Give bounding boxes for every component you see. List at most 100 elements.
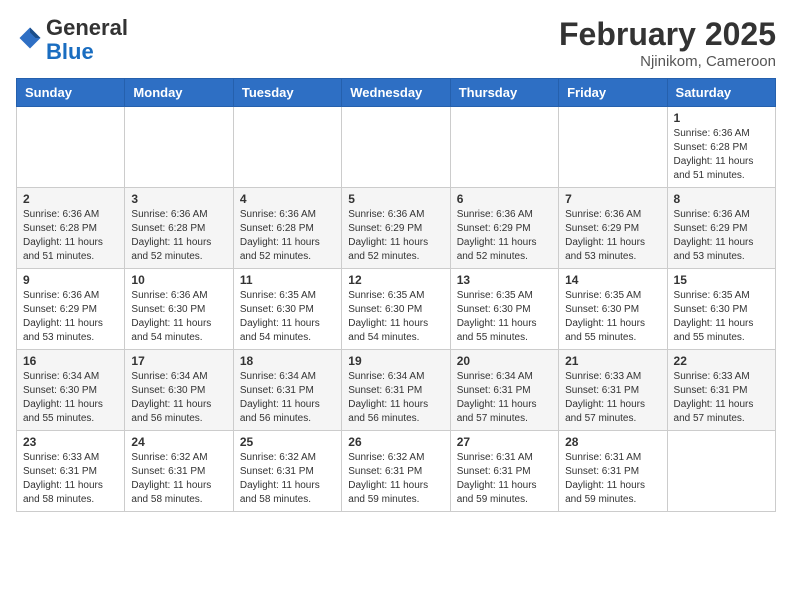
day-number: 8 — [674, 192, 769, 206]
calendar-cell: 19Sunrise: 6:34 AM Sunset: 6:31 PM Dayli… — [342, 350, 450, 431]
weekday-header: Thursday — [450, 79, 558, 107]
calendar-cell — [233, 107, 341, 188]
day-number: 19 — [348, 354, 443, 368]
weekday-header: Wednesday — [342, 79, 450, 107]
day-info: Sunrise: 6:34 AM Sunset: 6:30 PM Dayligh… — [23, 370, 118, 426]
calendar-cell: 7 Sunrise: 6:36 AM Sunset: 6:29 PM Daylig… — [559, 188, 667, 269]
calendar-cell: 26 Sunrise: 6:32 AM Sunset: 6:31 PM Dayli… — [342, 431, 450, 512]
day-number: 13 — [457, 273, 552, 287]
calendar-cell: 2 Sunrise: 6:36 AM Sunset: 6:28 PM Daylig… — [17, 188, 125, 269]
calendar-cell: 21 Sunrise: 6:33 AM Sunset: 6:31 PM Dayli… — [559, 350, 667, 431]
day-info: Sunrise: 6:36 AM Sunset: 6:29 PM Dayligh… — [348, 208, 443, 264]
calendar-week-row: 9 Sunrise: 6:36 AM Sunset: 6:29 PM Daylig… — [17, 269, 776, 350]
weekday-header: Tuesday — [233, 79, 341, 107]
day-info: Sunrise: 6:35 AM Sunset: 6:30 PM Dayligh… — [240, 289, 335, 345]
day-number: 24 — [131, 435, 226, 449]
day-number: 6 — [457, 192, 552, 206]
day-number: 3 — [131, 192, 226, 206]
calendar-header: SundayMondayTuesdayWednesdayThursdayFrid… — [17, 79, 776, 107]
day-number: 20 — [457, 354, 552, 368]
day-info: Sunrise: 6:35 AM Sunset: 6:30 PM Dayligh… — [348, 289, 443, 345]
calendar-cell: 10 Sunrise: 6:36 AM Sunset: 6:30 PM Dayli… — [125, 269, 233, 350]
day-info: Sunrise: 6:33 AM Sunset: 6:31 PM Dayligh… — [565, 370, 660, 426]
day-number: 21 — [565, 354, 660, 368]
day-info: Sunrise: 6:36 AM Sunset: 6:30 PM Dayligh… — [131, 289, 226, 345]
day-info: Sunrise: 6:32 AM Sunset: 6:31 PM Dayligh… — [240, 451, 335, 507]
calendar-cell — [667, 431, 775, 512]
calendar-cell: 13 Sunrise: 6:35 AM Sunset: 6:30 PM Dayli… — [450, 269, 558, 350]
calendar-cell: 3 Sunrise: 6:36 AM Sunset: 6:28 PM Daylig… — [125, 188, 233, 269]
day-info: Sunrise: 6:36 AM Sunset: 6:28 PM Dayligh… — [23, 208, 118, 264]
day-number: 18 — [240, 354, 335, 368]
day-info: Sunrise: 6:35 AM Sunset: 6:30 PM Dayligh… — [674, 289, 769, 345]
calendar-cell: 4Sunrise: 6:36 AM Sunset: 6:28 PM Daylig… — [233, 188, 341, 269]
calendar-cell: 24 Sunrise: 6:32 AM Sunset: 6:31 PM Dayli… — [125, 431, 233, 512]
calendar-cell: 8 Sunrise: 6:36 AM Sunset: 6:29 PM Daylig… — [667, 188, 775, 269]
day-number: 9 — [23, 273, 118, 287]
day-number: 27 — [457, 435, 552, 449]
location: Njinikom, Cameroon — [559, 53, 776, 70]
weekday-header: Saturday — [667, 79, 775, 107]
calendar-cell: 18 Sunrise: 6:34 AM Sunset: 6:31 PM Dayli… — [233, 350, 341, 431]
day-info: Sunrise: 6:35 AM Sunset: 6:30 PM Dayligh… — [565, 289, 660, 345]
calendar-cell: 28 Sunrise: 6:31 AM Sunset: 6:31 PM Dayli… — [559, 431, 667, 512]
title-block: February 2025 Njinikom, Cameroon — [559, 16, 776, 70]
day-info: Sunrise: 6:36 AM Sunset: 6:29 PM Dayligh… — [457, 208, 552, 264]
day-info: Sunrise: 6:33 AM Sunset: 6:31 PM Dayligh… — [674, 370, 769, 426]
calendar-cell — [125, 107, 233, 188]
calendar-week-row: 16Sunrise: 6:34 AM Sunset: 6:30 PM Dayli… — [17, 350, 776, 431]
month-year: February 2025 — [559, 16, 776, 53]
calendar-body: 1 Sunrise: 6:36 AM Sunset: 6:28 PM Daylig… — [17, 107, 776, 512]
day-number: 12 — [348, 273, 443, 287]
day-number: 28 — [565, 435, 660, 449]
calendar-cell: 22 Sunrise: 6:33 AM Sunset: 6:31 PM Dayli… — [667, 350, 775, 431]
calendar-cell — [342, 107, 450, 188]
calendar-week-row: 2 Sunrise: 6:36 AM Sunset: 6:28 PM Daylig… — [17, 188, 776, 269]
day-number: 4 — [240, 192, 335, 206]
calendar-week-row: 1Sunrise: 6:36 AM Sunset: 6:28 PM Daylig… — [17, 107, 776, 188]
calendar-cell: 14 Sunrise: 6:35 AM Sunset: 6:30 PM Dayli… — [559, 269, 667, 350]
logo: General Blue — [16, 16, 128, 64]
day-number: 10 — [131, 273, 226, 287]
day-number: 1 — [674, 111, 769, 125]
calendar-cell: 23 Sunrise: 6:33 AM Sunset: 6:31 PM Dayli… — [17, 431, 125, 512]
weekday-header: Sunday — [17, 79, 125, 107]
day-info: Sunrise: 6:35 AM Sunset: 6:30 PM Dayligh… — [457, 289, 552, 345]
logo-icon — [16, 24, 44, 52]
day-info: Sunrise: 6:33 AM Sunset: 6:31 PM Dayligh… — [23, 451, 118, 507]
weekday-header: Monday — [125, 79, 233, 107]
calendar-cell: 11Sunrise: 6:35 AM Sunset: 6:30 PM Dayli… — [233, 269, 341, 350]
day-info: Sunrise: 6:36 AM Sunset: 6:29 PM Dayligh… — [565, 208, 660, 264]
day-info: Sunrise: 6:36 AM Sunset: 6:28 PM Dayligh… — [131, 208, 226, 264]
day-info: Sunrise: 6:32 AM Sunset: 6:31 PM Dayligh… — [348, 451, 443, 507]
calendar-table: SundayMondayTuesdayWednesdayThursdayFrid… — [16, 78, 776, 512]
calendar-cell: 27 Sunrise: 6:31 AM Sunset: 6:31 PM Dayli… — [450, 431, 558, 512]
day-number: 23 — [23, 435, 118, 449]
calendar-cell: 6 Sunrise: 6:36 AM Sunset: 6:29 PM Daylig… — [450, 188, 558, 269]
day-number: 17 — [131, 354, 226, 368]
day-number: 22 — [674, 354, 769, 368]
page-header: General Blue February 2025 Njinikom, Cam… — [16, 16, 776, 70]
day-number: 14 — [565, 273, 660, 287]
day-info: Sunrise: 6:34 AM Sunset: 6:31 PM Dayligh… — [457, 370, 552, 426]
calendar-cell: 5Sunrise: 6:36 AM Sunset: 6:29 PM Daylig… — [342, 188, 450, 269]
day-info: Sunrise: 6:31 AM Sunset: 6:31 PM Dayligh… — [457, 451, 552, 507]
day-number: 2 — [23, 192, 118, 206]
calendar-cell: 20 Sunrise: 6:34 AM Sunset: 6:31 PM Dayli… — [450, 350, 558, 431]
day-info: Sunrise: 6:36 AM Sunset: 6:29 PM Dayligh… — [674, 208, 769, 264]
calendar-cell: 9 Sunrise: 6:36 AM Sunset: 6:29 PM Daylig… — [17, 269, 125, 350]
calendar-cell: 25 Sunrise: 6:32 AM Sunset: 6:31 PM Dayli… — [233, 431, 341, 512]
logo-general-text: General — [46, 15, 128, 40]
day-info: Sunrise: 6:34 AM Sunset: 6:31 PM Dayligh… — [240, 370, 335, 426]
calendar-cell — [559, 107, 667, 188]
weekday-header: Friday — [559, 79, 667, 107]
weekday-row: SundayMondayTuesdayWednesdayThursdayFrid… — [17, 79, 776, 107]
day-number: 25 — [240, 435, 335, 449]
day-info: Sunrise: 6:31 AM Sunset: 6:31 PM Dayligh… — [565, 451, 660, 507]
day-number: 26 — [348, 435, 443, 449]
day-info: Sunrise: 6:36 AM Sunset: 6:29 PM Dayligh… — [23, 289, 118, 345]
day-info: Sunrise: 6:32 AM Sunset: 6:31 PM Dayligh… — [131, 451, 226, 507]
day-number: 7 — [565, 192, 660, 206]
day-number: 15 — [674, 273, 769, 287]
logo-blue-text: Blue — [46, 39, 94, 64]
